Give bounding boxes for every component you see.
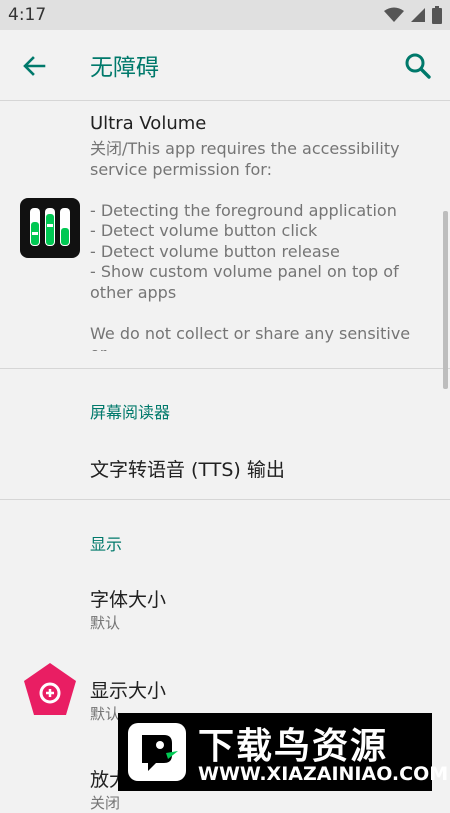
magnification-summary: 关闭 bbox=[90, 794, 121, 812]
display-size-summary: 默认 bbox=[90, 705, 121, 723]
signal-icon bbox=[411, 8, 425, 22]
status-bar: 4:17 bbox=[0, 0, 450, 30]
display-size-item[interactable]: 显示大小 bbox=[90, 676, 166, 703]
watermark-title: 下载鸟资源 bbox=[198, 726, 389, 767]
tts-output-item[interactable]: 文字转语音 (TTS) 输出 bbox=[90, 455, 285, 482]
ultra-volume-summary: 关闭/This app requires the accessibility s… bbox=[90, 139, 411, 351]
arrow-back-icon[interactable] bbox=[18, 50, 50, 82]
status-icons bbox=[384, 6, 442, 24]
font-size-summary: 默认 bbox=[90, 614, 121, 632]
watermark-url: WWW.XIAZAINIAO.COM bbox=[198, 763, 449, 785]
ultra-volume-title: Ultra Volume bbox=[90, 113, 207, 134]
battery-icon bbox=[432, 6, 442, 24]
section-header-display: 显示 bbox=[90, 535, 123, 554]
font-size-item[interactable]: 字体大小 bbox=[90, 585, 166, 612]
search-icon[interactable] bbox=[402, 50, 434, 82]
magnification-icon bbox=[24, 663, 76, 715]
ultra-volume-item[interactable]: Ultra Volume 关闭/This app requires the ac… bbox=[0, 101, 450, 369]
page-title: 无障碍 bbox=[90, 55, 159, 81]
wifi-icon bbox=[384, 7, 404, 22]
app-bar: 无障碍 bbox=[0, 30, 450, 101]
volume-sliders-icon bbox=[30, 208, 70, 246]
watermark-banner: 下载鸟资源 WWW.XIAZAINIAO.COM bbox=[118, 713, 448, 791]
ultra-volume-app-icon bbox=[20, 198, 80, 258]
scrollbar-thumb[interactable] bbox=[443, 211, 448, 389]
divider bbox=[0, 499, 450, 500]
bird-logo-icon bbox=[128, 723, 186, 781]
section-header-screen-reader: 屏幕阅读器 bbox=[90, 403, 171, 422]
status-time: 4:17 bbox=[8, 5, 47, 25]
